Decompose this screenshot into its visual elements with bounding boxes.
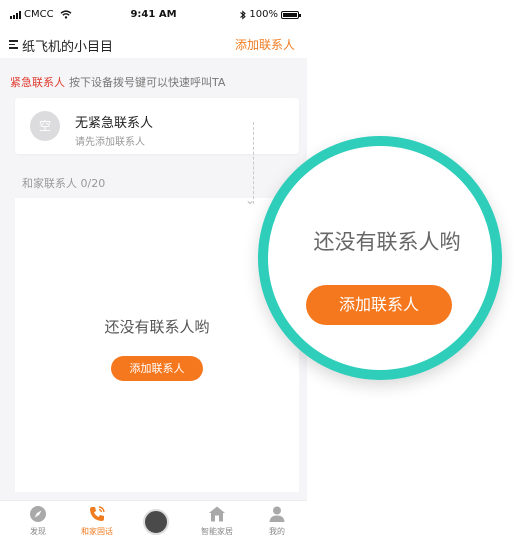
tab-smart-home[interactable]: 智能家居 [192,505,242,537]
compass-icon [29,505,47,523]
emergency-card-subtitle: 请先添加联系人 [75,137,145,148]
bluetooth-icon [240,9,247,20]
tab-label: 我的 [269,527,285,536]
emergency-header: 紧急联系人 按下设备拨号键可以快速呼叫TA [10,74,225,90]
tab-label: 发现 [30,527,46,536]
menu-icon[interactable] [9,40,18,49]
tab-label: 智能家居 [201,527,233,536]
add-contact-link[interactable]: 添加联系人 [235,36,295,53]
zoom-callout: 还没有联系人哟 添加联系人 [258,136,502,380]
family-contacts-panel: 还没有联系人哟 添加联系人 [15,198,299,492]
add-contact-button[interactable]: 添加联系人 [111,356,203,381]
zoom-empty-text: 还没有联系人哟 [313,230,461,254]
emergency-contact-card[interactable]: 空 无紧急联系人 请先添加联系人 [15,98,299,154]
empty-state-text: 还没有联系人哟 [104,318,210,336]
tab-me[interactable]: 我的 [252,505,302,537]
tab-discover[interactable]: 发现 [13,505,63,537]
tab-home-phone[interactable]: 和家固话 [72,505,122,537]
battery-icon [281,10,301,19]
phone-icon [88,505,106,523]
user-icon [268,505,286,523]
home-icon [208,505,226,523]
emergency-card-title: 无紧急联系人 [75,116,154,131]
battery-percent: 100% [249,9,278,20]
status-right: 100% [240,9,301,20]
page-title: 纸飞机的小目目 [22,40,114,55]
tab-bar: 发现 和家固话 智能家居 我的 [0,500,307,546]
tab-label: 和家固话 [81,527,113,536]
avatar[interactable] [143,509,169,535]
empty-avatar: 空 [30,111,60,141]
callout-arrow-icon: ⌄ [245,193,256,207]
emergency-hint: 按下设备拨号键可以快速呼叫TA [69,76,226,89]
zoom-add-contact-button[interactable]: 添加联系人 [306,285,452,325]
emergency-label: 紧急联系人 [10,76,65,89]
family-contacts-header: 和家联系人 0/20 [22,177,106,190]
callout-line [253,122,254,204]
nav-bar: 纸飞机的小目目 添加联系人 [0,30,307,58]
status-bar: CMCC 9:41 AM 100% [0,0,307,30]
